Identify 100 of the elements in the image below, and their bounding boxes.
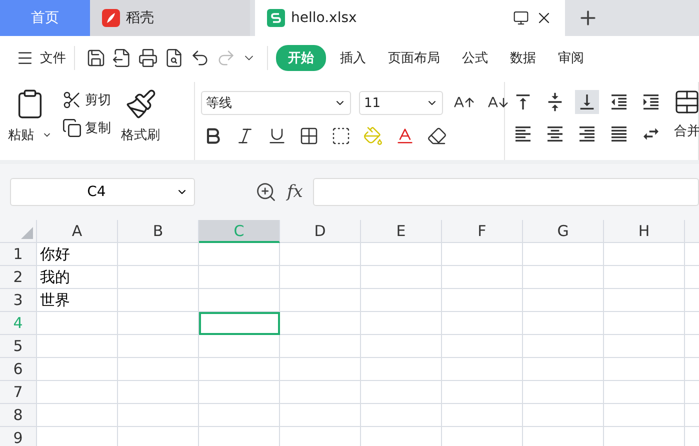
- table-cell[interactable]: [523, 404, 604, 427]
- ribbon-tab[interactable]: 审阅: [558, 49, 584, 67]
- table-cell[interactable]: [118, 312, 199, 335]
- toolbar-button[interactable]: [190, 48, 210, 68]
- table-cell[interactable]: [442, 266, 523, 289]
- table-cell[interactable]: [442, 335, 523, 358]
- column-header[interactable]: A: [37, 220, 118, 243]
- table-cell[interactable]: [523, 335, 604, 358]
- table-cell[interactable]: [604, 312, 685, 335]
- selected-cell[interactable]: [199, 312, 280, 335]
- table-cell[interactable]: [604, 243, 685, 266]
- toolbar-button[interactable]: [138, 48, 158, 68]
- column-header[interactable]: G: [523, 220, 604, 243]
- column-header[interactable]: E: [361, 220, 442, 243]
- table-cell[interactable]: [118, 289, 199, 312]
- paste-button[interactable]: 粘贴: [6, 86, 54, 156]
- table-cell[interactable]: [199, 404, 280, 427]
- table-cell[interactable]: [361, 358, 442, 381]
- format-painter-button[interactable]: 格式刷: [119, 86, 162, 156]
- font-field[interactable]: 等线: [201, 91, 351, 115]
- table-cell[interactable]: [280, 358, 361, 381]
- copy-button[interactable]: 复制: [62, 118, 111, 138]
- table-cell[interactable]: [280, 243, 361, 266]
- ribbon-tab[interactable]: 页面布局: [388, 49, 440, 67]
- toolbar-button[interactable]: [112, 48, 132, 68]
- row-header[interactable]: 3: [0, 289, 37, 312]
- table-cell[interactable]: [604, 289, 685, 312]
- table-cell[interactable]: [523, 266, 604, 289]
- table-cell[interactable]: [118, 358, 199, 381]
- row-header[interactable]: 9: [0, 427, 37, 446]
- table-cell[interactable]: [199, 266, 280, 289]
- table-cell[interactable]: [442, 243, 523, 266]
- toolbar-button[interactable]: [164, 48, 184, 68]
- table-cell[interactable]: [604, 358, 685, 381]
- table-cell[interactable]: [199, 358, 280, 381]
- ribbon-tab[interactable]: 公式: [462, 49, 488, 67]
- fill-color-button[interactable]: [361, 124, 385, 148]
- document-tab[interactable]: 稻壳: [90, 0, 250, 36]
- table-cell[interactable]: [361, 312, 442, 335]
- document-tab[interactable]: hello.xlsx: [255, 0, 565, 36]
- table-cell[interactable]: 世界: [37, 289, 118, 312]
- table-cell[interactable]: [199, 335, 280, 358]
- row-header[interactable]: 5: [0, 335, 37, 358]
- table-cell[interactable]: [118, 404, 199, 427]
- table-cell[interactable]: [523, 289, 604, 312]
- table-cell[interactable]: [361, 404, 442, 427]
- table-cell[interactable]: [118, 243, 199, 266]
- ribbon-tab[interactable]: 数据: [510, 49, 536, 67]
- table-cell[interactable]: [280, 404, 361, 427]
- table-cell[interactable]: [118, 335, 199, 358]
- row-header[interactable]: 7: [0, 381, 37, 404]
- table-cell[interactable]: [523, 358, 604, 381]
- font-size-field[interactable]: 11: [359, 91, 443, 115]
- toolbar-button[interactable]: [86, 48, 106, 68]
- table-cell[interactable]: [361, 289, 442, 312]
- table-cell[interactable]: [361, 266, 442, 289]
- table-cell[interactable]: [37, 404, 118, 427]
- table-cell[interactable]: [523, 243, 604, 266]
- table-cell[interactable]: [442, 289, 523, 312]
- table-cell[interactable]: [442, 312, 523, 335]
- table-cell[interactable]: [361, 243, 442, 266]
- table-cell[interactable]: [604, 266, 685, 289]
- vertical-align-button[interactable]: [575, 90, 599, 114]
- table-cell[interactable]: [199, 289, 280, 312]
- table-cell[interactable]: [442, 358, 523, 381]
- table-cell[interactable]: 我的: [37, 266, 118, 289]
- table-cell[interactable]: [604, 381, 685, 404]
- table-cell[interactable]: [523, 312, 604, 335]
- column-header[interactable]: H: [604, 220, 685, 243]
- table-cell[interactable]: [199, 381, 280, 404]
- table-cell[interactable]: [37, 381, 118, 404]
- table-cell[interactable]: [604, 335, 685, 358]
- table-cell[interactable]: [442, 381, 523, 404]
- table-cell[interactable]: [604, 404, 685, 427]
- select-all-icon[interactable]: [21, 227, 33, 239]
- column-header[interactable]: D: [280, 220, 361, 243]
- table-cell[interactable]: [118, 381, 199, 404]
- zoom-icon[interactable]: [255, 181, 277, 203]
- table-cell[interactable]: [199, 243, 280, 266]
- row-header[interactable]: 8: [0, 404, 37, 427]
- file-menu-button[interactable]: 文件: [16, 49, 66, 67]
- table-cell[interactable]: [361, 335, 442, 358]
- table-cell[interactable]: [361, 381, 442, 404]
- table-cell[interactable]: [280, 381, 361, 404]
- table-cell[interactable]: [37, 358, 118, 381]
- formula-input[interactable]: [312, 178, 699, 206]
- table-cell[interactable]: [280, 266, 361, 289]
- table-cell[interactable]: [280, 289, 361, 312]
- column-header[interactable]: B: [118, 220, 199, 243]
- cut-button[interactable]: 剪切: [62, 90, 111, 110]
- table-cell[interactable]: [523, 381, 604, 404]
- row-header[interactable]: 1: [0, 243, 37, 266]
- table-cell[interactable]: [442, 404, 523, 427]
- table-cell[interactable]: [280, 312, 361, 335]
- row-header[interactable]: 6: [0, 358, 37, 381]
- function-label[interactable]: fx: [287, 182, 303, 202]
- table-cell[interactable]: [37, 312, 118, 335]
- table-cell[interactable]: [118, 266, 199, 289]
- table-cell[interactable]: 你好: [37, 243, 118, 266]
- table-cell[interactable]: [37, 335, 118, 358]
